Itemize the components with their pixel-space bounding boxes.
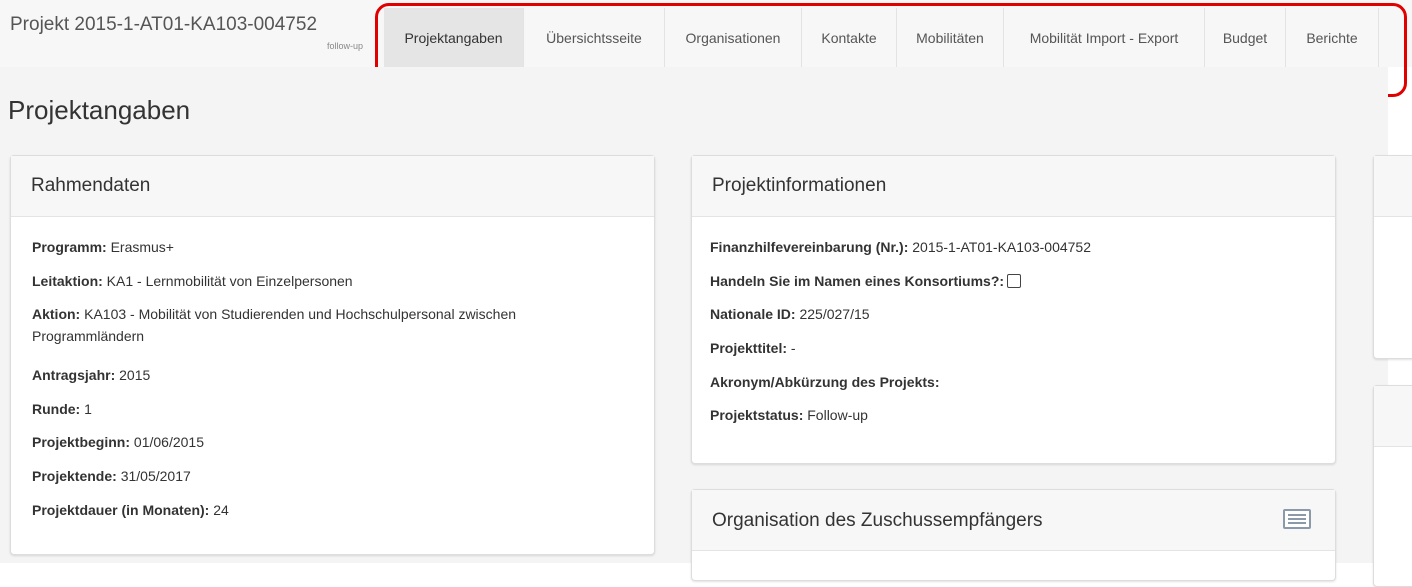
field-projektstatus: Projektstatus: Follow-up: [710, 407, 868, 423]
field-aktion: Aktion: KA103 - Mobilität von Studierend…: [32, 306, 517, 344]
field-akronym: Akronym/Abkürzung des Projekts:: [710, 374, 940, 390]
field-projekttitel: Projekttitel: -: [710, 340, 796, 356]
projektinformationen-panel: Projektinformationen Finanzhilfevereinba…: [691, 155, 1336, 464]
tab-mobilitaet-import-export[interactable]: Mobilität Import - Export: [1004, 8, 1205, 67]
field-nationale-id: Nationale ID: 225/027/15: [710, 306, 870, 322]
panel-heading: Organisation des Zuschussempfängers: [692, 490, 1335, 551]
field-runde: Runde: 1: [32, 401, 92, 417]
top-navbar: Projekt 2015-1-AT01-KA103-004752 follow-…: [0, 0, 1412, 67]
tab-organisationen[interactable]: Organisationen: [665, 8, 802, 67]
field-projektende: Projektende: 31/05/2017: [32, 468, 191, 484]
panel-heading: Projektinformationen: [692, 156, 1335, 217]
list-view-icon[interactable]: [1283, 509, 1311, 529]
organisation-panel: Organisation des Zuschussempfängers: [691, 489, 1336, 581]
panel-heading: [1374, 386, 1412, 447]
tab-mobilitaeten[interactable]: Mobilitäten: [897, 8, 1004, 67]
field-finanzhilfevereinbarung: Finanzhilfevereinbarung (Nr.): 2015-1-AT…: [710, 239, 1092, 255]
field-projektbeginn: Projektbeginn: 01/06/2015: [32, 434, 204, 450]
side-panel-top: [1373, 155, 1412, 359]
field-antragsjahr: Antragsjahr: 2015: [32, 367, 151, 383]
field-projektdauer: Projektdauer (in Monaten): 24: [32, 502, 229, 518]
tab-kontakte[interactable]: Kontakte: [802, 8, 897, 67]
panel-title: Rahmendaten: [31, 175, 151, 196]
project-title: Projekt 2015-1-AT01-KA103-004752: [10, 14, 318, 35]
panel-heading: Rahmendaten: [11, 156, 654, 217]
tab-uebersichtsseite[interactable]: Übersichtsseite: [524, 8, 665, 67]
project-brand[interactable]: Projekt 2015-1-AT01-KA103-004752 follow-…: [10, 14, 375, 51]
panel-title: Organisation des Zuschussempfängers: [712, 510, 1043, 531]
page-content: Projektangaben Rahmendaten Programm: Era…: [0, 67, 1412, 587]
project-status-subtitle: follow-up: [326, 41, 363, 51]
konsortium-checkbox[interactable]: [1007, 274, 1022, 288]
field-konsortium: Handeln Sie im Namen eines Konsortiums?:: [710, 270, 1022, 292]
field-leitaktion: Leitaktion: KA1 - Lernmobilität von Einz…: [32, 273, 353, 289]
tab-budget[interactable]: Budget: [1205, 8, 1286, 67]
tab-projektangaben[interactable]: Projektangaben: [384, 8, 524, 67]
side-panel-bottom: [1373, 385, 1412, 587]
page-title: Projektangaben: [8, 95, 191, 125]
rahmendaten-panel: Rahmendaten Programm: Erasmus+ Leitaktio…: [10, 155, 655, 555]
field-programm: Programm: Erasmus+: [32, 239, 174, 255]
panel-title: Projektinformationen: [712, 175, 887, 196]
panel-heading: [1374, 156, 1412, 217]
main-tabs: Projektangaben Übersichtsseite Organisat…: [384, 8, 1379, 67]
tab-berichte[interactable]: Berichte: [1286, 8, 1379, 67]
